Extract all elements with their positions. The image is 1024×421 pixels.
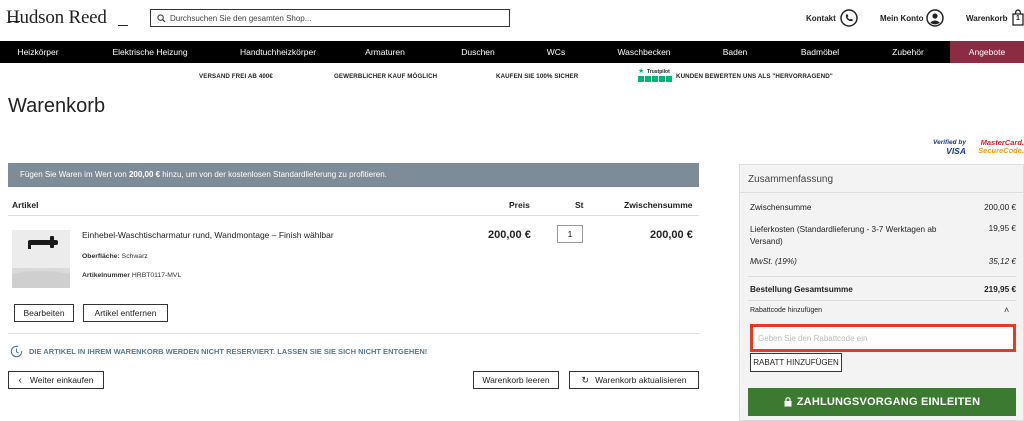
- mastercard-securecode-logo: MasterCard. SecureCode.: [968, 139, 1024, 155]
- clock-icon: [10, 345, 23, 358]
- nav-item-duschen[interactable]: Duschen: [455, 41, 501, 63]
- free-shipping-banner: Fügen Sie Waren im Wert von 200,00 € hin…: [8, 163, 699, 187]
- product-thumbnail[interactable]: [12, 230, 70, 288]
- product-price: 200,00 €: [488, 229, 531, 241]
- divider: [8, 333, 699, 334]
- summary-vat-value: 35,12 €: [988, 257, 1016, 266]
- update-cart-button[interactable]: ↻ Warenkorb aktualisieren: [569, 371, 699, 389]
- apply-coupon-button[interactable]: RABATT HINZUFÜGEN: [750, 353, 842, 372]
- clear-cart-button[interactable]: Warenkorb leeren: [473, 371, 559, 389]
- finish-value: Schwarz: [121, 253, 148, 260]
- summary-subtotal-value: 200,00 €: [984, 203, 1016, 212]
- coupon-toggle[interactable]: Rabattcode hinzufügen: [750, 307, 822, 314]
- checkout-button[interactable]: ZAHLUNGSVORGANG EINLEITEN: [748, 388, 1016, 416]
- product-sku: Artikelnummer HRBT0117-MVL: [82, 272, 181, 279]
- sku-label: Artikelnummer: [82, 272, 130, 279]
- cart-icon[interactable]: 1: [1012, 8, 1024, 26]
- product-finish: Oberfläche: Schwarz: [82, 253, 148, 260]
- mc-bottom-text: SecureCode.: [978, 146, 1024, 155]
- nav-item-baden[interactable]: Baden: [715, 41, 755, 63]
- visa-bottom-text: VISA: [946, 146, 966, 156]
- divider: [748, 276, 1016, 277]
- summary-vat-label: MwSt. (19%): [750, 257, 797, 266]
- nav-item-angebote[interactable]: Angebote: [950, 41, 1024, 63]
- page-title: Warenkorb: [8, 95, 106, 117]
- coupon-field-highlight: [750, 324, 1016, 352]
- phone-icon[interactable]: [840, 9, 858, 32]
- nav-item-elektrische-heizung[interactable]: Elektrische Heizung: [102, 41, 198, 63]
- product-name[interactable]: Einhebel-Waschtischarmatur rund, Wandmon…: [82, 230, 334, 240]
- update-label: Warenkorb aktualisieren: [595, 375, 687, 385]
- quantity-input[interactable]: [557, 225, 583, 243]
- nav-item-armaturen[interactable]: Armaturen: [360, 41, 410, 63]
- nav-item-handtuchheizkoerper[interactable]: Handtuchheizkörper: [228, 41, 328, 63]
- banner-text-pre: Fügen Sie Waren im Wert von: [20, 170, 129, 179]
- summary-total-value: 219,95 €: [984, 285, 1016, 294]
- summary-shipping-value: 19,95 €: [988, 224, 1016, 233]
- chevron-left-icon: ‹: [18, 374, 22, 386]
- usp-secure: KAUFEN SIE 100% SICHER: [496, 73, 579, 80]
- column-header-price: Preis: [509, 200, 530, 210]
- search-input[interactable]: Durchsuchen Sie den gesamten Shop...: [150, 9, 510, 27]
- trustpilot-label: Trustpilot: [647, 69, 670, 75]
- nav-item-wcs[interactable]: WCs: [540, 41, 572, 63]
- nav-item-waschbecken[interactable]: Waschbecken: [612, 41, 676, 63]
- search-placeholder: Durchsuchen Sie den gesamten Shop...: [170, 13, 312, 23]
- coupon-input[interactable]: [753, 327, 1013, 349]
- finish-label: Oberfläche:: [82, 253, 120, 260]
- summary-total-label: Bestellung Gesamtsumme: [750, 285, 853, 294]
- trustpilot-logo: Trustpilot ★: [638, 68, 672, 82]
- logo-swash: [118, 25, 128, 26]
- account-link[interactable]: Mein Konto: [880, 14, 924, 23]
- lock-icon: [784, 397, 792, 407]
- usp-business-purchase: GEWERBLICHER KAUF MÖGLICH: [334, 73, 438, 80]
- summary-subtotal-label: Zwischensumme: [750, 203, 812, 212]
- column-header-qty: St: [575, 200, 584, 210]
- edit-button[interactable]: Bearbeiten: [14, 304, 74, 322]
- contact-link[interactable]: Kontakt: [806, 14, 836, 23]
- nav-item-heizkoerper[interactable]: Heizkörper: [0, 41, 76, 63]
- reservation-notice: DIE ARTIKEL IN IHREM WARENKORB WERDEN NI…: [10, 345, 427, 358]
- summary-title: Zusammenfassung: [748, 174, 834, 185]
- cart-link[interactable]: Warenkorb: [966, 14, 1008, 23]
- verified-by-visa-logo: Verified by VISA: [926, 139, 966, 155]
- usp-reviews: KUNDEN BEWERTEN UNS ALS "HERVORRAGEND": [676, 73, 833, 80]
- refresh-icon: ↻: [581, 374, 590, 385]
- trustpilot-star-icon: ★: [638, 68, 645, 75]
- logo-swash: [8, 21, 20, 22]
- usp-free-shipping: VERSAND FREI AB 400€: [199, 73, 273, 80]
- chevron-up-icon[interactable]: ˄: [1004, 305, 1009, 315]
- column-header-subtotal: Zwischensumme: [624, 200, 693, 210]
- checkout-label: ZAHLUNGSVORGANG EINLEITEN: [796, 396, 981, 408]
- banner-amount: 200,00 €: [128, 170, 161, 179]
- nav-item-badmoebel[interactable]: Badmöbel: [792, 41, 848, 63]
- product-subtotal: 200,00 €: [650, 229, 693, 241]
- banner-text-post: hinzu, um von der kostenlosen Standardli…: [160, 170, 387, 179]
- divider: [8, 215, 699, 216]
- nav-item-zubehoer[interactable]: Zubehör: [883, 41, 933, 63]
- search-icon: [157, 13, 166, 23]
- column-header-item: Artikel: [12, 200, 39, 210]
- notice-text: DIE ARTIKEL IN IHREM WARENKORB WERDEN NI…: [29, 347, 428, 356]
- cart-count: 1: [1016, 15, 1020, 22]
- user-icon[interactable]: [926, 9, 944, 32]
- continue-label: Weiter einkaufen: [29, 375, 94, 385]
- divider: [748, 300, 1016, 301]
- remove-item-button[interactable]: Artikel entfernen: [83, 304, 168, 322]
- logo[interactable]: Hudson Reed: [6, 7, 107, 29]
- sku-value: HRBT0117-MVL: [131, 272, 182, 279]
- divider: [740, 192, 1023, 193]
- continue-shopping-button[interactable]: ‹ Weiter einkaufen: [8, 371, 104, 389]
- trustpilot-stars: [638, 76, 672, 82]
- summary-shipping-label: Lieferkosten (Standardlieferung - 3-7 We…: [750, 225, 937, 246]
